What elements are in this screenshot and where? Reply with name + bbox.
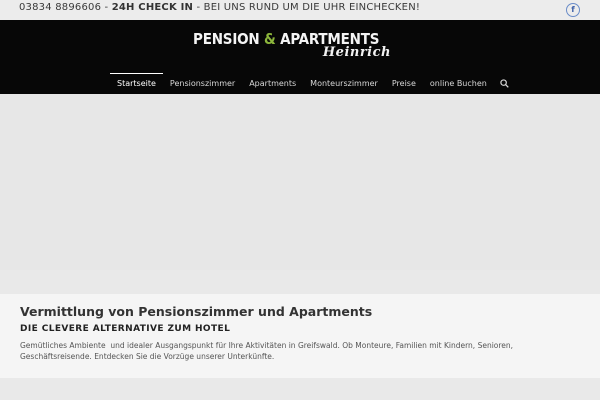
nav-item-apartments[interactable]: Apartments	[242, 73, 303, 94]
phone-number[interactable]: 03834 8896606	[19, 2, 101, 13]
logo-ampersand: &	[264, 30, 276, 48]
page-content-below	[0, 378, 600, 400]
search-icon[interactable]	[494, 73, 516, 94]
nav-item-online-buchen[interactable]: online Buchen	[423, 73, 494, 94]
site-logo[interactable]: PENSION & APARTMENTS Heinrich	[193, 30, 393, 64]
nav-item-pensionszimmer[interactable]: Pensionszimmer	[163, 73, 242, 94]
hero-slider-area	[0, 94, 600, 270]
intro-body-text: Gemütliches Ambiente und idealer Ausgang…	[20, 341, 516, 361]
top-bar-contact: 03834 8896606 - 24H CHECK IN - BEI UNS R…	[19, 2, 420, 13]
logo-script-name: Heinrich	[322, 45, 391, 60]
nav-item-monteurszimmer[interactable]: Monteurszimmer	[303, 73, 385, 94]
separator: -	[193, 2, 204, 13]
intro-section: Vermittlung von Pensionszimmer und Apart…	[0, 294, 600, 378]
main-navigation: Startseite Pensionszimmer Apartments Mon…	[110, 73, 516, 94]
logo-word-pension: PENSION	[193, 30, 264, 48]
separator: -	[101, 2, 112, 13]
nav-item-preise[interactable]: Preise	[385, 73, 423, 94]
intro-subtitle: DIE CLEVERE ALTERNATIVE ZUM HOTEL	[20, 324, 231, 334]
intro-title: Vermittlung von Pensionszimmer und Apart…	[20, 304, 373, 319]
site-header: PENSION & APARTMENTS Heinrich Startseite…	[0, 20, 600, 94]
nav-item-startseite[interactable]: Startseite	[110, 73, 163, 94]
facebook-icon[interactable]: f	[566, 3, 580, 17]
top-bar: 03834 8896606 - 24H CHECK IN - BEI UNS R…	[0, 0, 600, 20]
checkin-label: 24H CHECK IN	[111, 2, 194, 13]
tagline: BEI UNS RUND UM DIE UHR EINCHECKEN!	[203, 2, 421, 13]
